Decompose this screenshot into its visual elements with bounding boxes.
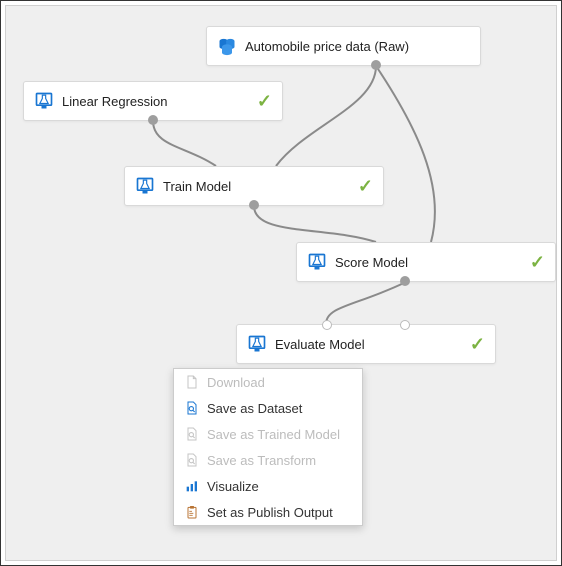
menu-label: Save as Trained Model — [207, 427, 340, 442]
menu-label: Save as Dataset — [207, 401, 302, 416]
workflow-canvas[interactable]: Automobile price data (Raw) Linear Regre… — [5, 5, 557, 561]
menu-label: Visualize — [207, 479, 259, 494]
node-train-model[interactable]: Train Model ✓ — [124, 166, 384, 206]
menu-item-save-dataset[interactable]: Save as Dataset — [174, 395, 362, 421]
output-port[interactable] — [371, 60, 381, 70]
output-port[interactable] — [249, 200, 259, 210]
dataset-magnify-icon — [184, 452, 200, 468]
node-label: Train Model — [163, 179, 348, 194]
experiment-icon — [247, 334, 267, 354]
menu-label: Download — [207, 375, 265, 390]
menu-label: Save as Transform — [207, 453, 316, 468]
node-evaluate-model[interactable]: Evaluate Model ✓ — [236, 324, 496, 364]
check-icon: ✓ — [530, 252, 545, 273]
node-label: Linear Regression — [62, 94, 247, 109]
menu-item-save-trained: Save as Trained Model — [174, 421, 362, 447]
node-label: Score Model — [335, 255, 520, 270]
node-label: Evaluate Model — [275, 337, 460, 352]
node-automobile-data[interactable]: Automobile price data (Raw) — [206, 26, 481, 66]
dataset-magnify-icon — [184, 400, 200, 416]
output-port[interactable] — [400, 276, 410, 286]
chart-icon — [184, 478, 200, 494]
output-port[interactable] — [148, 115, 158, 125]
experiment-icon — [307, 252, 327, 272]
check-icon: ✓ — [257, 91, 272, 112]
database-icon — [217, 36, 237, 56]
check-icon: ✓ — [358, 176, 373, 197]
experiment-icon — [135, 176, 155, 196]
context-menu: Download Save as Dataset Save as Trained… — [173, 368, 363, 526]
menu-item-save-transform: Save as Transform — [174, 447, 362, 473]
menu-item-publish[interactable]: Set as Publish Output — [174, 499, 362, 525]
experiment-icon — [34, 91, 54, 111]
clipboard-icon — [184, 504, 200, 520]
menu-item-visualize[interactable]: Visualize — [174, 473, 362, 499]
dataset-magnify-icon — [184, 426, 200, 442]
node-linear-regression[interactable]: Linear Regression ✓ — [23, 81, 283, 121]
check-icon: ✓ — [470, 334, 485, 355]
node-label: Automobile price data (Raw) — [245, 39, 470, 54]
menu-label: Set as Publish Output — [207, 505, 333, 520]
input-port-1[interactable] — [322, 320, 332, 330]
document-icon — [184, 374, 200, 390]
input-port-2[interactable] — [400, 320, 410, 330]
menu-item-download: Download — [174, 369, 362, 395]
node-score-model[interactable]: Score Model ✓ — [296, 242, 556, 282]
